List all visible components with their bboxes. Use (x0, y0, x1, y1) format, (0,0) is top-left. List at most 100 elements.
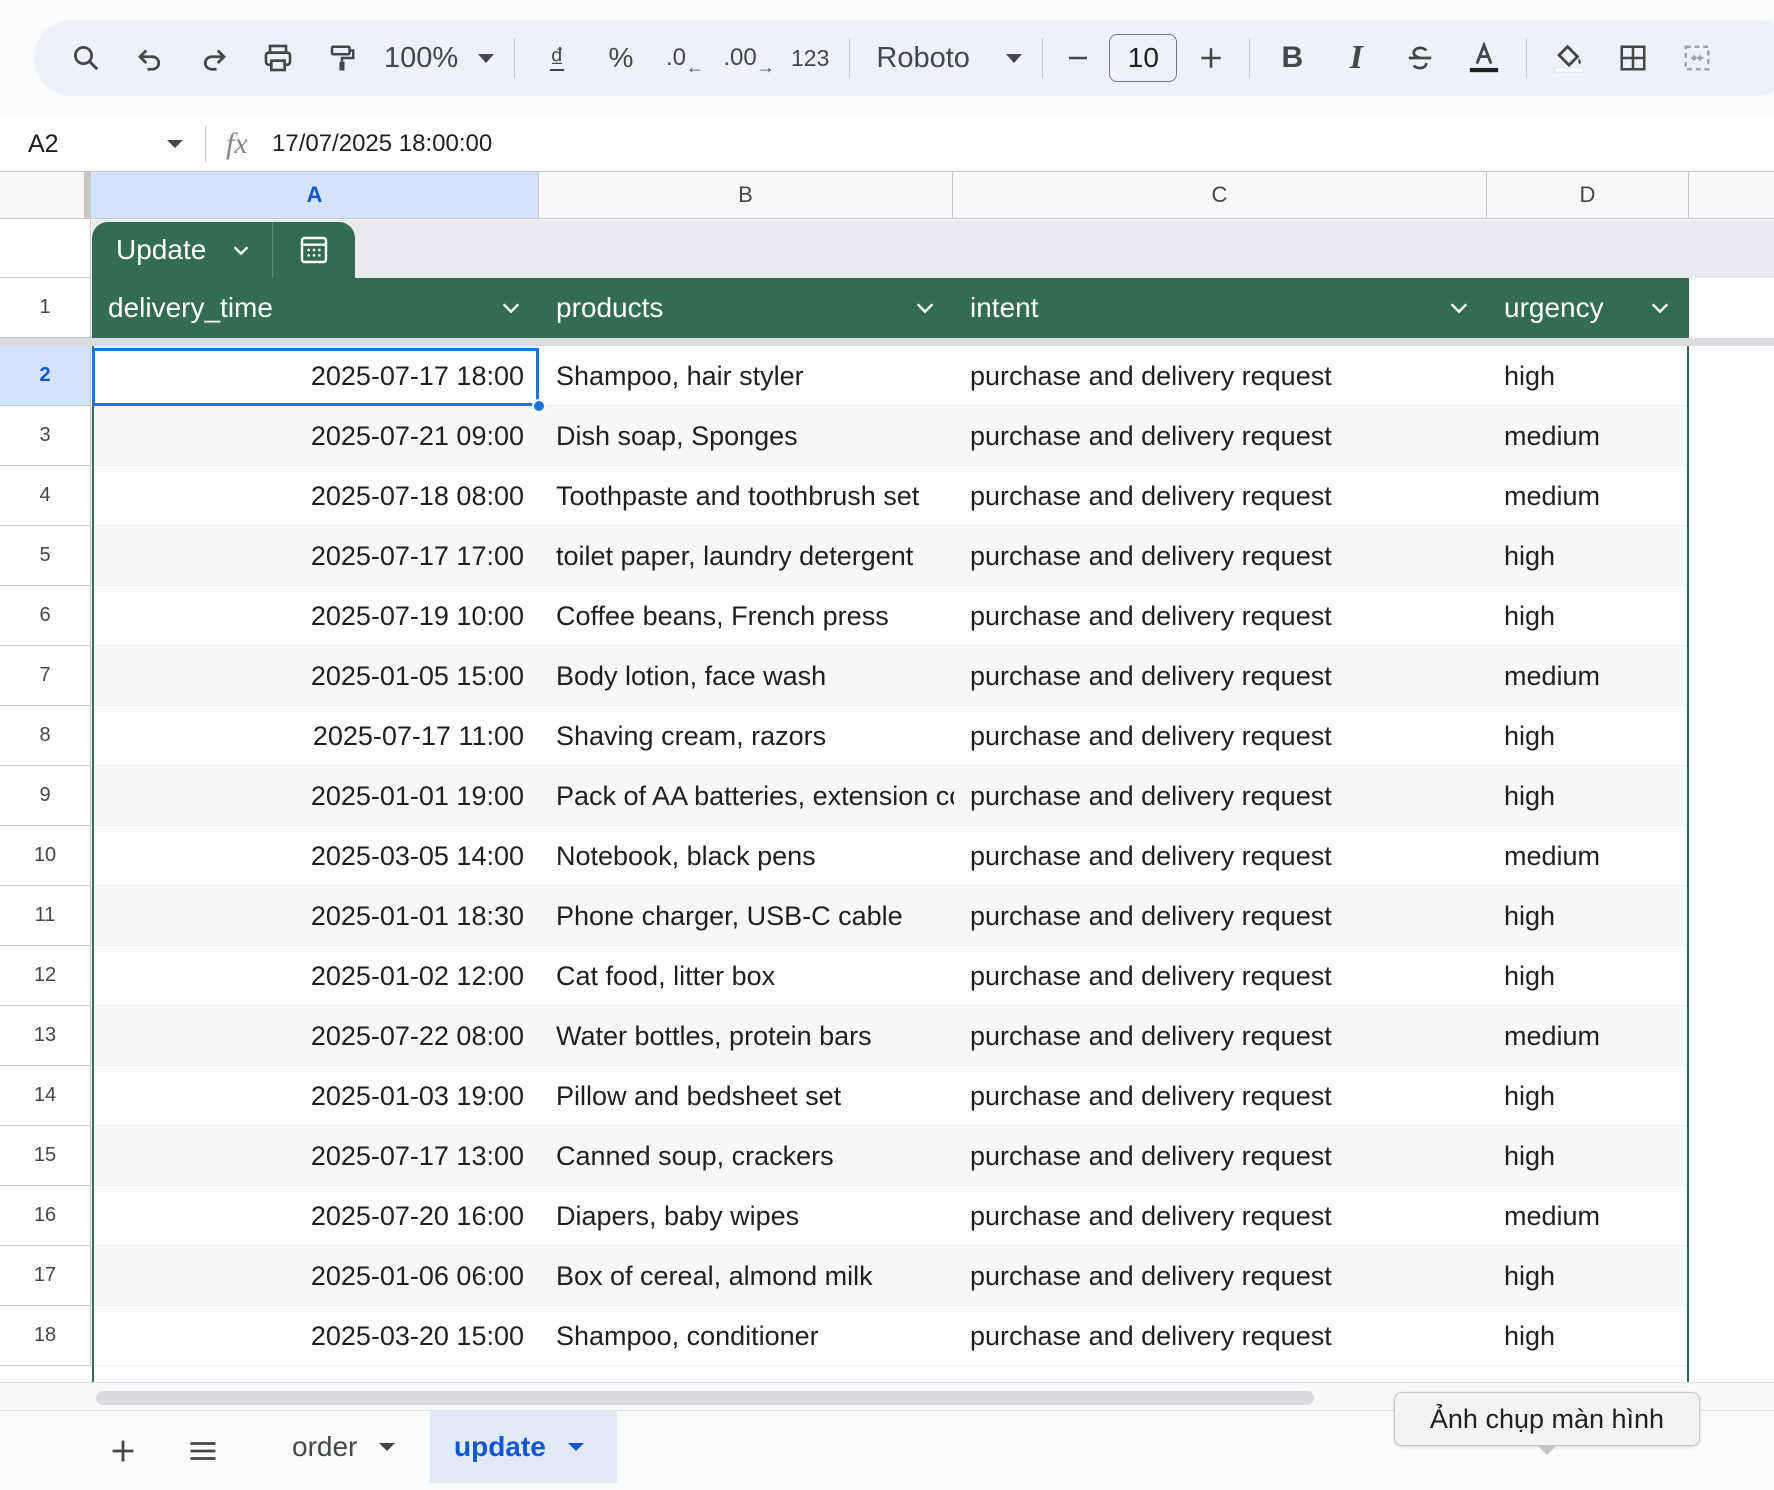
cell-urgency[interactable]: high (1488, 766, 1689, 826)
scrollbar-thumb[interactable] (96, 1391, 1314, 1405)
cell-intent[interactable]: purchase and delivery request (954, 526, 1488, 586)
row-header[interactable]: 10 (0, 826, 91, 886)
font-size-input[interactable]: 10 (1109, 34, 1178, 82)
header-urgency[interactable]: urgency (1488, 278, 1689, 338)
minus-icon[interactable] (1053, 30, 1103, 86)
chevron-down-icon[interactable] (379, 1443, 396, 1451)
print-icon[interactable] (246, 30, 310, 86)
cell-urgency[interactable]: high (1488, 526, 1689, 586)
select-all-corner[interactable] (0, 171, 91, 219)
cell-delivery-time[interactable]: 2025-07-17 18:00 (92, 346, 540, 406)
cell-intent[interactable]: purchase and delivery request (954, 586, 1488, 646)
text-color-icon[interactable] (1452, 30, 1516, 86)
plus-icon[interactable] (1183, 30, 1239, 86)
table-name-tab[interactable]: Update (92, 222, 355, 278)
calculator-icon[interactable] (273, 234, 355, 266)
cell-products[interactable]: Toothpaste and toothbrush set (540, 466, 954, 526)
font-dropdown[interactable]: Roboto (860, 30, 1032, 86)
italic-icon[interactable]: I (1324, 30, 1388, 86)
cell-urgency[interactable]: high (1488, 346, 1689, 406)
cell-delivery-time[interactable]: 2025-01-01 19:00 (92, 766, 540, 826)
cell-products[interactable]: Canned soup, crackers (540, 1126, 954, 1186)
row-header[interactable]: 11 (0, 886, 91, 946)
cell-intent[interactable]: purchase and delivery request (954, 1186, 1488, 1246)
cell-products[interactable]: toilet paper, laundry detergent (540, 526, 954, 586)
header-intent[interactable]: intent (954, 278, 1488, 338)
cell-products[interactable]: Water bottles, protein bars (540, 1006, 954, 1066)
column-header-b[interactable]: B (539, 171, 953, 219)
row-header[interactable]: 5 (0, 526, 91, 586)
header-delivery-time[interactable]: delivery_time (92, 278, 540, 338)
currency-icon[interactable]: ₫ (525, 30, 589, 86)
cell-urgency[interactable]: high (1488, 1306, 1689, 1366)
cell-intent[interactable]: purchase and delivery request (954, 826, 1488, 886)
add-sheet-button[interactable] (95, 1425, 151, 1477)
cell-intent[interactable]: purchase and delivery request (954, 706, 1488, 766)
table-name-button[interactable]: Update (92, 234, 272, 266)
cell-products[interactable]: Body lotion, face wash (540, 646, 954, 706)
row-header[interactable]: 17 (0, 1246, 91, 1306)
cell-intent[interactable]: purchase and delivery request (954, 346, 1488, 406)
number-format-icon[interactable]: 123 (781, 30, 839, 86)
cell-delivery-time[interactable]: 2025-07-17 11:00 (92, 706, 540, 766)
cell-urgency[interactable]: high (1488, 946, 1689, 1006)
row-header[interactable]: 18 (0, 1306, 91, 1366)
sheet-tab-order[interactable]: order (268, 1411, 419, 1483)
cell-delivery-time[interactable]: 2025-07-19 10:00 (92, 586, 540, 646)
cell-urgency[interactable]: medium (1488, 1006, 1689, 1066)
cell-products[interactable]: Shampoo, hair styler (540, 346, 954, 406)
redo-icon[interactable] (182, 30, 246, 86)
cell-products[interactable]: Notebook, black pens (540, 826, 954, 886)
undo-icon[interactable] (118, 30, 182, 86)
row-header[interactable]: 9 (0, 766, 91, 826)
cell-intent[interactable]: purchase and delivery request (954, 1066, 1488, 1126)
freeze-divider[interactable] (0, 338, 1774, 346)
cell-intent[interactable]: purchase and delivery request (954, 886, 1488, 946)
column-header-d[interactable]: D (1487, 171, 1689, 219)
sheet-tab-update[interactable]: update (430, 1411, 617, 1483)
row-header[interactable]: 2 (0, 346, 91, 406)
cell-urgency[interactable]: high (1488, 706, 1689, 766)
cell-delivery-time[interactable]: 2025-01-05 15:00 (92, 646, 540, 706)
fill-handle[interactable] (532, 399, 546, 413)
chevron-down-icon[interactable] (500, 297, 522, 319)
cell-delivery-time[interactable]: 2025-01-03 19:00 (92, 1066, 540, 1126)
percent-icon[interactable]: % (589, 30, 653, 86)
cell-delivery-time[interactable]: 2025-07-17 17:00 (92, 526, 540, 586)
name-box[interactable]: A2 (0, 116, 205, 172)
cell-urgency[interactable]: high (1488, 886, 1689, 946)
cell-intent[interactable]: purchase and delivery request (954, 1246, 1488, 1306)
row-header[interactable]: 4 (0, 466, 91, 526)
cell-delivery-time[interactable]: 2025-07-21 09:00 (92, 406, 540, 466)
cell-products[interactable]: Shaving cream, razors (540, 706, 954, 766)
row-header[interactable]: 7 (0, 646, 91, 706)
cell-delivery-time[interactable]: 2025-03-20 15:00 (92, 1306, 540, 1366)
cell-urgency[interactable]: medium (1488, 466, 1689, 526)
cell-products[interactable]: Pillow and bedsheet set (540, 1066, 954, 1126)
cell-intent[interactable]: purchase and delivery request (954, 946, 1488, 1006)
decrease-decimal-icon[interactable]: .0 ← (653, 30, 717, 86)
search-icon[interactable] (54, 30, 118, 86)
cell-intent[interactable]: purchase and delivery request (954, 1006, 1488, 1066)
cell-delivery-time[interactable]: 2025-01-01 18:30 (92, 886, 540, 946)
row-header[interactable]: 8 (0, 706, 91, 766)
cell-intent[interactable]: purchase and delivery request (954, 646, 1488, 706)
cell-delivery-time[interactable]: 2025-07-20 16:00 (92, 1186, 540, 1246)
cell-delivery-time[interactable]: 2025-07-17 13:00 (92, 1126, 540, 1186)
zoom-dropdown[interactable]: 100% (374, 30, 504, 86)
column-header-e[interactable] (1689, 171, 1774, 219)
chevron-down-icon[interactable] (1448, 297, 1470, 319)
bold-icon[interactable]: B (1260, 30, 1324, 86)
cell-products[interactable]: Phone charger, USB-C cable (540, 886, 954, 946)
row-header[interactable]: 12 (0, 946, 91, 1006)
chevron-down-icon[interactable] (567, 1443, 584, 1451)
chevron-down-icon[interactable] (914, 297, 936, 319)
cell-urgency[interactable]: high (1488, 1126, 1689, 1186)
cell-delivery-time[interactable]: 2025-07-22 08:00 (92, 1006, 540, 1066)
cell-delivery-time[interactable]: 2025-01-06 06:00 (92, 1246, 540, 1306)
cell-intent[interactable]: purchase and delivery request (954, 766, 1488, 826)
cell-urgency[interactable]: medium (1488, 826, 1689, 886)
column-header-c[interactable]: C (953, 171, 1487, 219)
cell-delivery-time[interactable]: 2025-03-05 14:00 (92, 826, 540, 886)
cell-urgency[interactable]: medium (1488, 1186, 1689, 1246)
